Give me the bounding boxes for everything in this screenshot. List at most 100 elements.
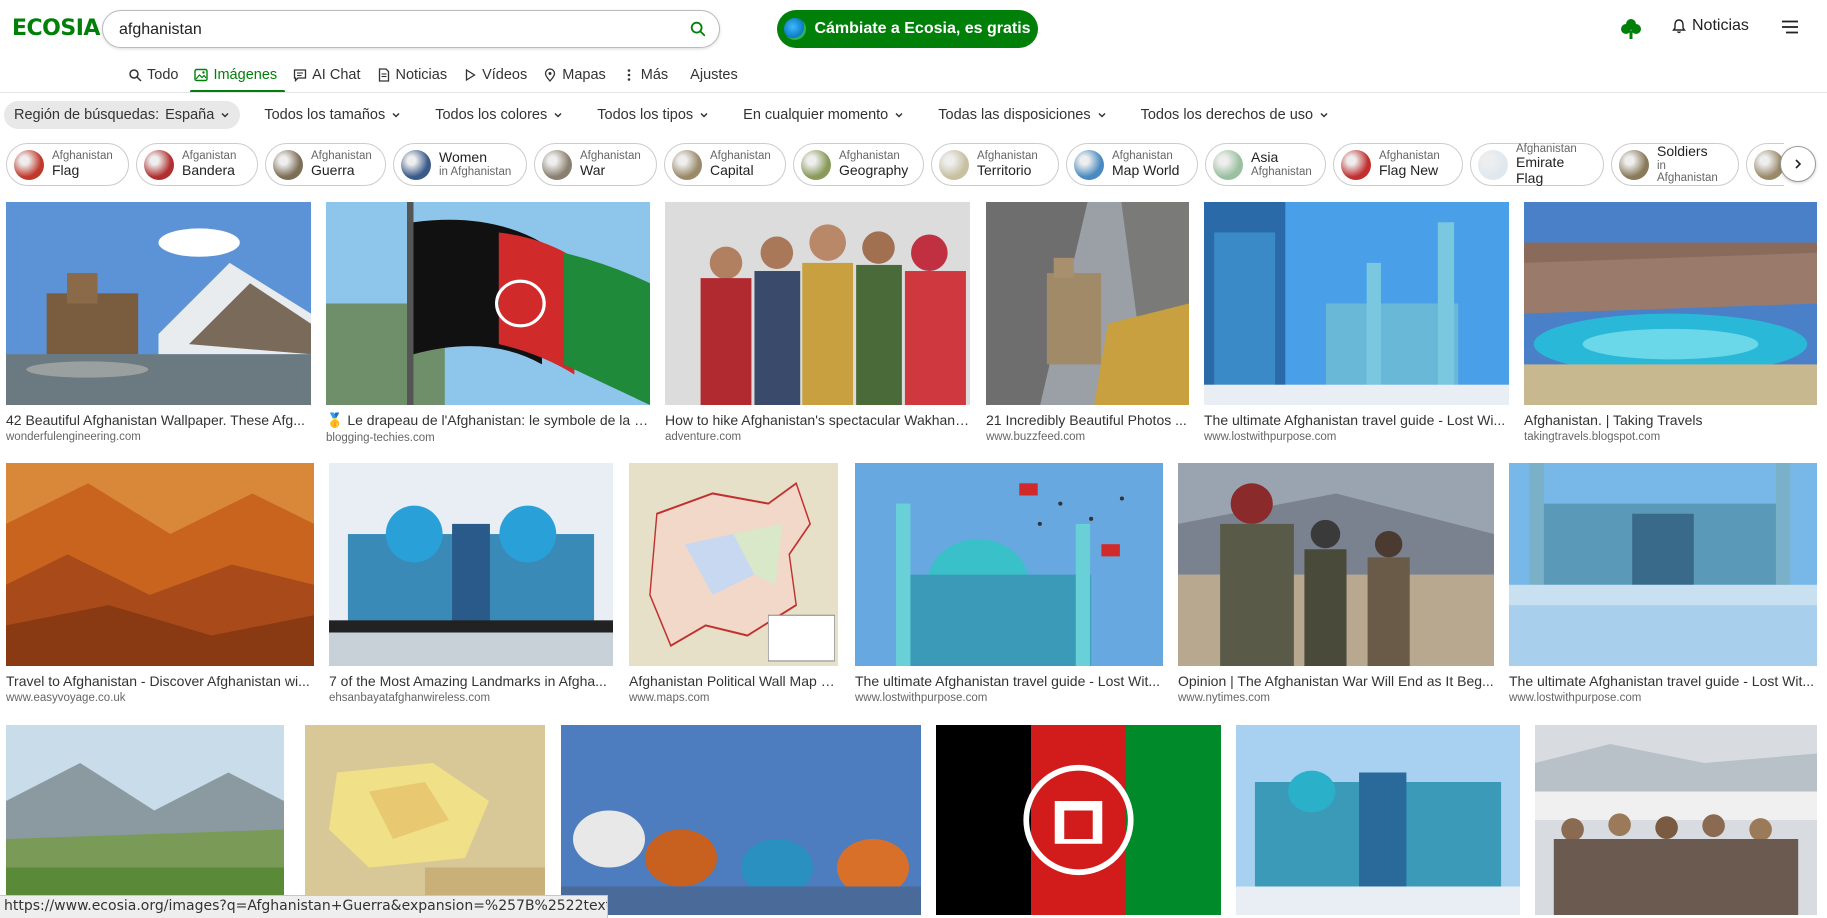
layout-filter[interactable]: Todas las disposiciones: [928, 101, 1116, 129]
result-thumbnail[interactable]: [329, 463, 613, 666]
result-title[interactable]: Opinion | The Afghanistan War Will End a…: [1178, 673, 1494, 689]
color-filter[interactable]: Todos los colores: [425, 101, 573, 129]
result-thumbnail[interactable]: [1204, 202, 1509, 405]
related-searches: Afghanistan Flag Afganistan Bandera Afghanis…: [6, 143, 1784, 187]
image-result[interactable]: [305, 725, 545, 915]
related-search-chip[interactable]: Afghanistan Map World: [1066, 143, 1198, 186]
result-thumbnail[interactable]: [305, 725, 545, 915]
result-thumbnail[interactable]: [326, 202, 650, 405]
region-filter[interactable]: Región de búsquedas: España: [4, 101, 241, 129]
time-filter[interactable]: En cualquier momento: [733, 101, 914, 129]
result-title[interactable]: The ultimate Afghanistan travel guide - …: [855, 673, 1163, 689]
image-result[interactable]: [561, 725, 921, 915]
result-thumbnail[interactable]: [1509, 463, 1817, 666]
size-filter-label: Todos los tamaños: [264, 107, 386, 123]
result-thumbnail[interactable]: [6, 202, 311, 405]
license-filter[interactable]: Todos los derechos de uso: [1131, 101, 1340, 129]
related-search-chip[interactable]: Afghanistan Flag New: [1333, 143, 1463, 186]
image-result[interactable]: [1535, 725, 1817, 915]
tab-videos[interactable]: Vídeos: [455, 60, 535, 90]
chevron-down-icon: [554, 112, 562, 118]
result-thumbnail[interactable]: [1236, 725, 1520, 915]
result-title[interactable]: 42 Beautiful Afghanistan Wallpaper. Thes…: [6, 412, 311, 428]
result-title[interactable]: Afghanistan. | Taking Travels: [1524, 412, 1817, 428]
result-title[interactable]: The ultimate Afghanistan travel guide - …: [1204, 412, 1509, 428]
related-search-chip[interactable]: Afghanistan Territorio: [931, 143, 1059, 186]
result-thumbnail[interactable]: [629, 463, 838, 666]
license-filter-label: Todos los derechos de uso: [1140, 107, 1314, 123]
result-thumbnail[interactable]: [855, 463, 1163, 666]
image-result[interactable]: Afghanistan. | Taking Travels takingtrave…: [1524, 202, 1817, 443]
tab-images[interactable]: Imágenes: [186, 60, 285, 93]
hamburger-menu-icon[interactable]: [1782, 20, 1798, 34]
chip-main-label: War: [580, 162, 606, 179]
result-thumbnail[interactable]: [986, 202, 1189, 405]
result-thumbnail[interactable]: [1535, 725, 1817, 915]
result-title[interactable]: 21 Incredibly Beautiful Photos ...: [986, 412, 1189, 428]
search-input[interactable]: [119, 19, 659, 41]
size-filter[interactable]: Todos los tamaños: [254, 101, 411, 129]
related-search-chip[interactable]: Afganistan Bandera: [136, 143, 258, 186]
image-result[interactable]: [6, 725, 284, 915]
result-title[interactable]: How to hike Afghanistan's spectacular Wa…: [665, 412, 970, 428]
result-title[interactable]: 7 of the Most Amazing Landmarks in Afgha…: [329, 673, 613, 689]
image-result[interactable]: The ultimate Afghanistan travel guide - …: [855, 463, 1163, 704]
image-result[interactable]: [1236, 725, 1520, 915]
result-thumbnail[interactable]: [1524, 202, 1817, 405]
chip-text: Afghanistan Emirate Flag: [1516, 143, 1591, 186]
image-result[interactable]: How to hike Afghanistan's spectacular Wa…: [665, 202, 970, 443]
image-result[interactable]: Travel to Afghanistan - Discover Afghani…: [6, 463, 314, 704]
result-title[interactable]: 🥇 Le drapeau de l'Afghanistan: le symbol…: [326, 412, 650, 429]
chip-text: Asia Afghanistan: [1251, 150, 1312, 178]
image-result[interactable]: Opinion | The Afghanistan War Will End a…: [1178, 463, 1494, 704]
result-domain: blogging-techies.com: [326, 432, 435, 444]
image-result[interactable]: 🥇 Le drapeau de l'Afghanistan: le symbol…: [326, 202, 650, 444]
related-search-chip[interactable]: Women in Afghanistan: [393, 143, 527, 186]
tab-label: Todo: [147, 67, 179, 83]
tab-news[interactable]: Noticias: [369, 60, 456, 90]
tree-counter-icon[interactable]: [1621, 18, 1641, 40]
result-title[interactable]: The ultimate Afghanistan travel guide - …: [1509, 673, 1817, 689]
result-thumbnail[interactable]: [561, 725, 921, 915]
tab-more[interactable]: Más: [614, 60, 676, 90]
tab-label: Noticias: [395, 67, 448, 83]
image-result[interactable]: 21 Incredibly Beautiful Photos ... www.bu…: [986, 202, 1189, 443]
type-filter[interactable]: Todos los tipos: [587, 101, 719, 129]
related-search-chip[interactable]: Afghanistan Flag: [6, 143, 129, 186]
related-search-chip[interactable]: Afghanistan Capital: [664, 143, 786, 186]
image-result[interactable]: [936, 725, 1221, 915]
image-result[interactable]: The ultimate Afghanistan travel guide - …: [1204, 202, 1509, 443]
chip-text: Afghanistan War: [580, 150, 641, 178]
related-search-chip[interactable]: Soldiers in Afghanistan: [1611, 143, 1739, 186]
search-icon[interactable]: [689, 20, 707, 38]
related-search-chip[interactable]: AfU: [1746, 143, 1784, 186]
image-result[interactable]: 42 Beautiful Afghanistan Wallpaper. Thes…: [6, 202, 311, 443]
image-result[interactable]: Afghanistan Political Wall Map | ... www.…: [629, 463, 838, 704]
related-search-chip[interactable]: Afghanistan Emirate Flag: [1470, 143, 1604, 186]
related-search-chip[interactable]: Afghanistan Guerra: [265, 143, 386, 186]
search-box[interactable]: [102, 10, 720, 48]
tab-all[interactable]: Todo: [120, 60, 186, 90]
image-result[interactable]: The ultimate Afghanistan travel guide - …: [1509, 463, 1817, 704]
chip-sub-label: in Afghanistan: [439, 165, 512, 178]
related-search-chip[interactable]: Afghanistan Geography: [793, 143, 924, 186]
result-thumbnail[interactable]: [1178, 463, 1494, 666]
chips-next-button[interactable]: [1780, 146, 1816, 182]
tab-maps[interactable]: Mapas: [535, 60, 614, 90]
image-result[interactable]: 7 of the Most Amazing Landmarks in Afgha…: [329, 463, 613, 704]
result-thumbnail[interactable]: [6, 463, 314, 666]
chip-main-label: Territorio: [977, 162, 1032, 179]
result-title[interactable]: Travel to Afghanistan - Discover Afghani…: [6, 673, 314, 689]
tab-settings[interactable]: Ajustes: [682, 60, 746, 90]
switch-to-ecosia-button[interactable]: Cámbiate a Ecosia, es gratis: [777, 10, 1038, 48]
chip-thumbnail: [1074, 149, 1104, 180]
result-thumbnail[interactable]: [665, 202, 970, 405]
result-thumbnail[interactable]: [936, 725, 1221, 915]
result-title[interactable]: Afghanistan Political Wall Map | ...: [629, 673, 838, 689]
result-thumbnail[interactable]: [6, 725, 284, 915]
news-button[interactable]: Noticias: [1672, 17, 1749, 35]
related-search-chip[interactable]: Asia Afghanistan: [1205, 143, 1326, 186]
tab-ai-chat[interactable]: AI Chat: [285, 60, 368, 90]
related-search-chip[interactable]: Afghanistan War: [534, 143, 657, 186]
ecosia-logo[interactable]: ECOSIA: [12, 16, 100, 41]
